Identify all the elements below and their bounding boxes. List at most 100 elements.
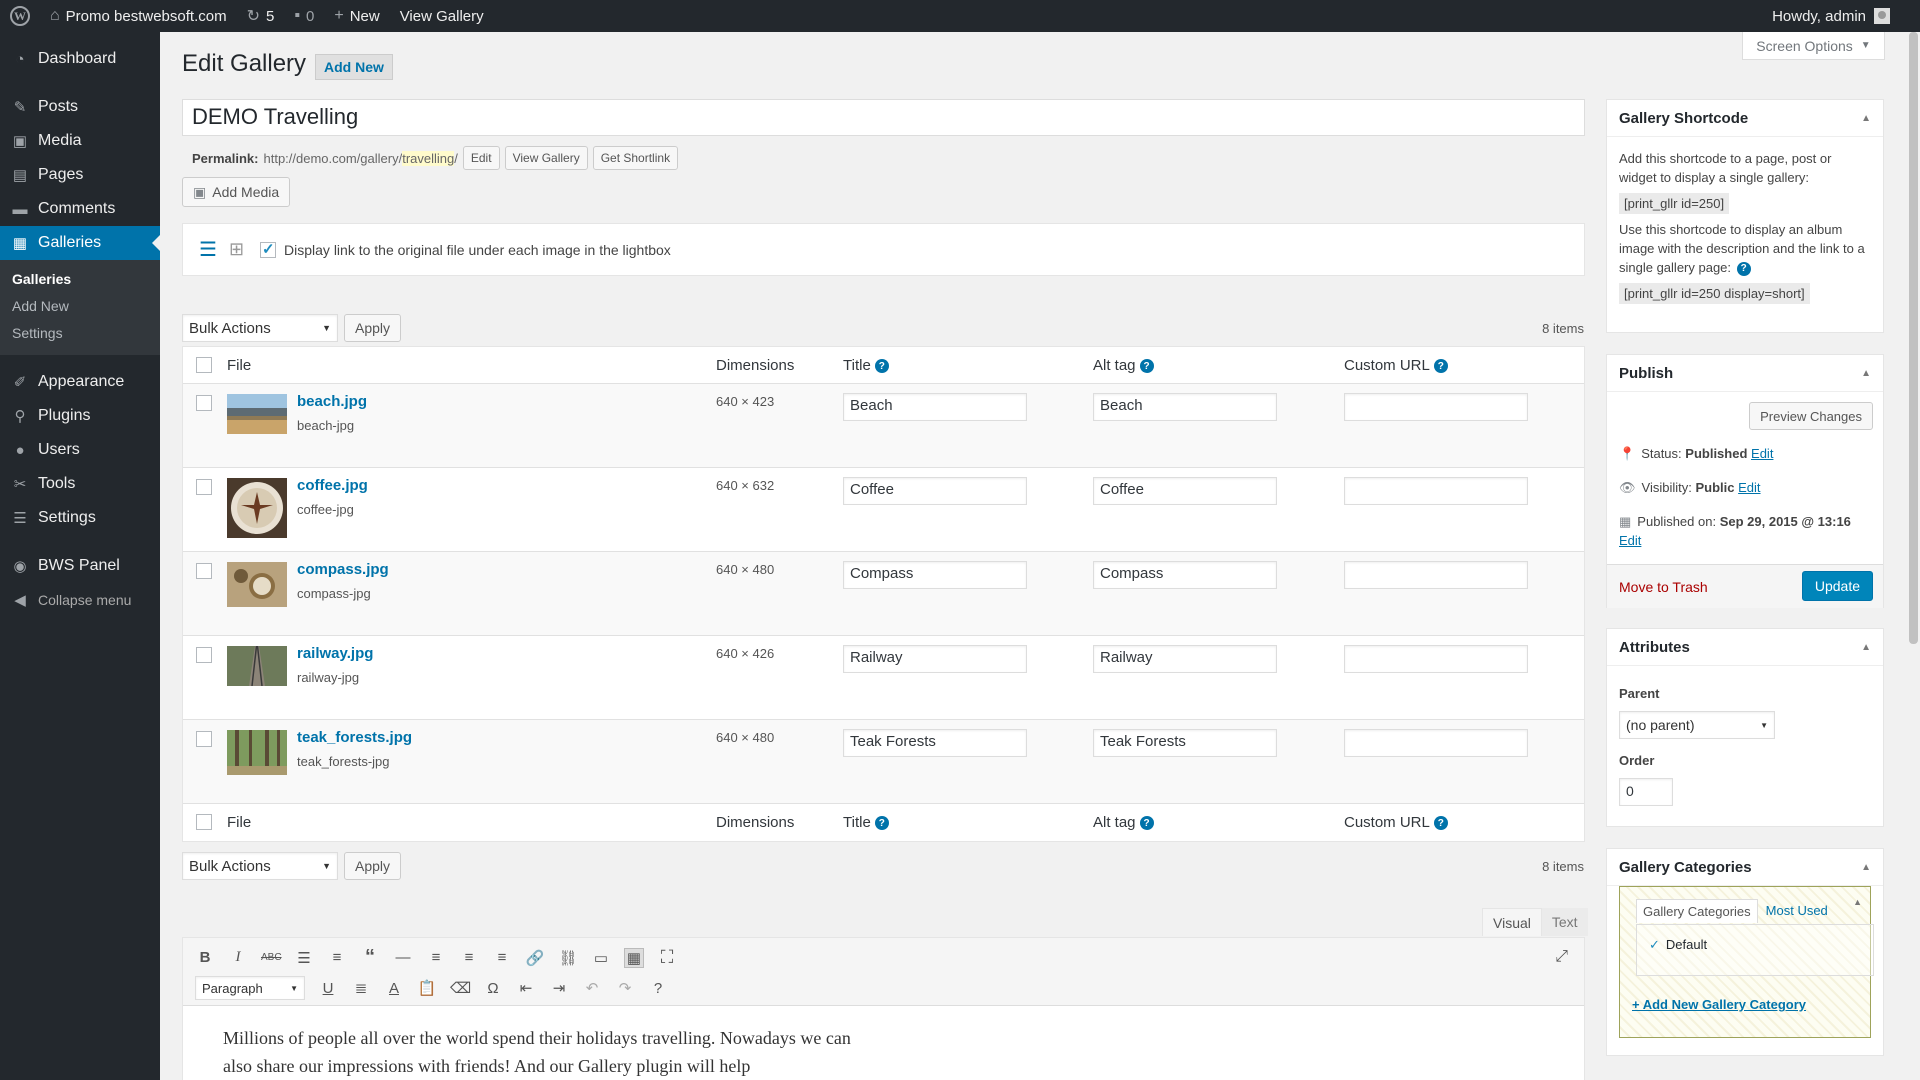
add-category-link[interactable]: + Add New Gallery Category	[1632, 997, 1806, 1012]
get-shortlink-button[interactable]: Get Shortlink	[592, 146, 679, 170]
view-gallery-button[interactable]: View Gallery	[504, 146, 588, 170]
row-checkbox[interactable]	[196, 731, 212, 747]
help-icon[interactable]: ?	[1433, 359, 1448, 374]
parent-select[interactable]: (no parent) ▼	[1619, 711, 1775, 739]
permalink-slug[interactable]: travelling	[402, 150, 455, 166]
file-name-link[interactable]: teak_forests.jpg	[297, 729, 412, 746]
column-file[interactable]: File	[227, 814, 251, 831]
collapse-menu-button[interactable]: ◀ Collapse menu	[0, 583, 160, 617]
thumbnail-image[interactable]	[227, 730, 287, 775]
submenu-galleries[interactable]: Galleries	[0, 266, 160, 293]
menu-pages[interactable]: ▤ Pages	[0, 158, 160, 192]
lightbox-link-checkbox[interactable]	[260, 240, 277, 258]
select-all-checkbox[interactable]	[196, 357, 212, 373]
help-icon[interactable]: ?	[1139, 359, 1154, 374]
bulk-actions-select[interactable]: Bulk Actions ▼	[182, 852, 338, 880]
alt-input[interactable]: Teak Forests	[1093, 729, 1277, 757]
move-to-trash-link[interactable]: Move to Trash	[1619, 578, 1708, 597]
expand-icon[interactable]: ⤢	[1555, 948, 1568, 966]
bold-icon[interactable]: B	[195, 949, 215, 966]
account-menu[interactable]: Howdy, admin	[1772, 0, 1890, 32]
edit-status-link[interactable]: Edit	[1751, 446, 1773, 461]
add-new-button[interactable]: Add New	[315, 54, 393, 80]
row-checkbox[interactable]	[196, 647, 212, 663]
menu-comments[interactable]: ▬ Comments	[0, 192, 160, 226]
title-input[interactable]: Teak Forests	[843, 729, 1027, 757]
title-input[interactable]: Compass	[843, 561, 1027, 589]
custom-url-input[interactable]	[1344, 561, 1528, 589]
edit-date-link[interactable]: Edit	[1619, 533, 1641, 548]
column-file[interactable]: File	[227, 357, 251, 374]
align-left-icon[interactable]: ≡	[426, 949, 446, 966]
scrollbar-thumb[interactable]	[1909, 32, 1918, 644]
menu-media[interactable]: ▣ Media	[0, 124, 160, 158]
custom-url-input[interactable]	[1344, 645, 1528, 673]
menu-tools[interactable]: ✂ Tools	[0, 467, 160, 501]
special-char-icon[interactable]: Ω	[483, 980, 503, 997]
menu-settings[interactable]: ☰ Settings	[0, 501, 160, 535]
update-button[interactable]: Update	[1801, 571, 1873, 601]
help-icon[interactable]: ?	[874, 816, 889, 831]
read-more-icon[interactable]: ▭	[591, 949, 611, 967]
menu-appearance[interactable]: ✐ Appearance	[0, 365, 160, 399]
thumbnail-image[interactable]	[227, 478, 287, 538]
shortcode-single[interactable]: [print_gllr id=250]	[1619, 193, 1730, 214]
toolbar-toggle-icon[interactable]: ▦	[624, 947, 644, 968]
thumbnail-image[interactable]	[227, 562, 287, 607]
collapse-arrow-icon[interactable]: ▲	[1861, 862, 1871, 873]
tab-most-used[interactable]: Most Used	[1758, 899, 1836, 923]
file-name-link[interactable]: beach.jpg	[297, 393, 367, 410]
help-icon[interactable]: ?	[1736, 261, 1751, 276]
new-content-link[interactable]: + New	[324, 0, 389, 32]
apply-button[interactable]: Apply	[344, 852, 402, 880]
thumbnail-image[interactable]	[227, 646, 287, 686]
comments-link[interactable]: ▪ 0	[284, 0, 324, 32]
indent-icon[interactable]: ⇥	[549, 979, 569, 997]
alt-input[interactable]: Coffee	[1093, 477, 1277, 505]
submenu-settings[interactable]: Settings	[0, 320, 160, 347]
collapse-arrow-icon[interactable]: ▲	[1861, 368, 1871, 379]
bulk-actions-select[interactable]: Bulk Actions ▼	[182, 314, 338, 342]
menu-bws-panel[interactable]: ◉ BWS Panel	[0, 549, 160, 583]
title-input[interactable]: Coffee	[843, 477, 1027, 505]
alt-input[interactable]: Railway	[1093, 645, 1277, 673]
link-icon[interactable]: 🔗	[525, 949, 545, 967]
menu-galleries[interactable]: ▦ Galleries	[0, 226, 160, 260]
custom-url-input[interactable]	[1344, 477, 1528, 505]
unlink-icon[interactable]: ⛓	[558, 949, 578, 967]
strikethrough-icon[interactable]: ABC	[261, 952, 282, 963]
menu-plugins[interactable]: ⚲ Plugins	[0, 399, 160, 433]
site-name-link[interactable]: ⌂ Promo bestwebsoft.com	[40, 0, 237, 32]
order-input[interactable]: 0	[1619, 778, 1673, 806]
alt-input[interactable]: Compass	[1093, 561, 1277, 589]
undo-icon[interactable]: ↶	[582, 979, 602, 997]
tab-text[interactable]: Text	[1541, 908, 1588, 936]
align-right-icon[interactable]: ≡	[492, 949, 512, 966]
underline-icon[interactable]: U	[318, 980, 338, 997]
menu-posts[interactable]: ✎ Posts	[0, 90, 160, 124]
menu-users[interactable]: ● Users	[0, 433, 160, 467]
wordpress-logo[interactable]: W	[0, 0, 40, 32]
format-select[interactable]: Paragraph ▼	[195, 976, 305, 1000]
italic-icon[interactable]: I	[228, 949, 248, 966]
view-gallery-link[interactable]: View Gallery	[390, 0, 494, 32]
post-title-input[interactable]: DEMO Travelling	[182, 99, 1585, 136]
grid-view-icon[interactable]: ⊞	[229, 239, 244, 260]
screen-options-button[interactable]: Screen Options ▼	[1742, 32, 1885, 60]
help-icon[interactable]: ?	[1433, 816, 1448, 831]
file-name-link[interactable]: railway.jpg	[297, 645, 373, 662]
row-checkbox[interactable]	[196, 479, 212, 495]
redo-icon[interactable]: ↷	[615, 979, 635, 997]
editor-content[interactable]: Millions of people all over the world sp…	[183, 1006, 923, 1080]
bullet-list-icon[interactable]: ☰	[294, 949, 314, 967]
file-name-link[interactable]: coffee.jpg	[297, 477, 368, 494]
submenu-add-new[interactable]: Add New	[0, 293, 160, 320]
tab-all-categories[interactable]: Gallery Categories	[1636, 899, 1758, 923]
list-view-icon[interactable]: ☰	[199, 237, 217, 262]
clear-format-icon[interactable]: ⌫	[450, 979, 471, 997]
title-input[interactable]: Railway	[843, 645, 1027, 673]
title-input[interactable]: Beach	[843, 393, 1027, 421]
align-center-icon[interactable]: ≡	[459, 949, 479, 966]
updates-link[interactable]: ↻ 5	[237, 0, 285, 32]
shortcode-short[interactable]: [print_gllr id=250 display=short]	[1619, 283, 1810, 304]
